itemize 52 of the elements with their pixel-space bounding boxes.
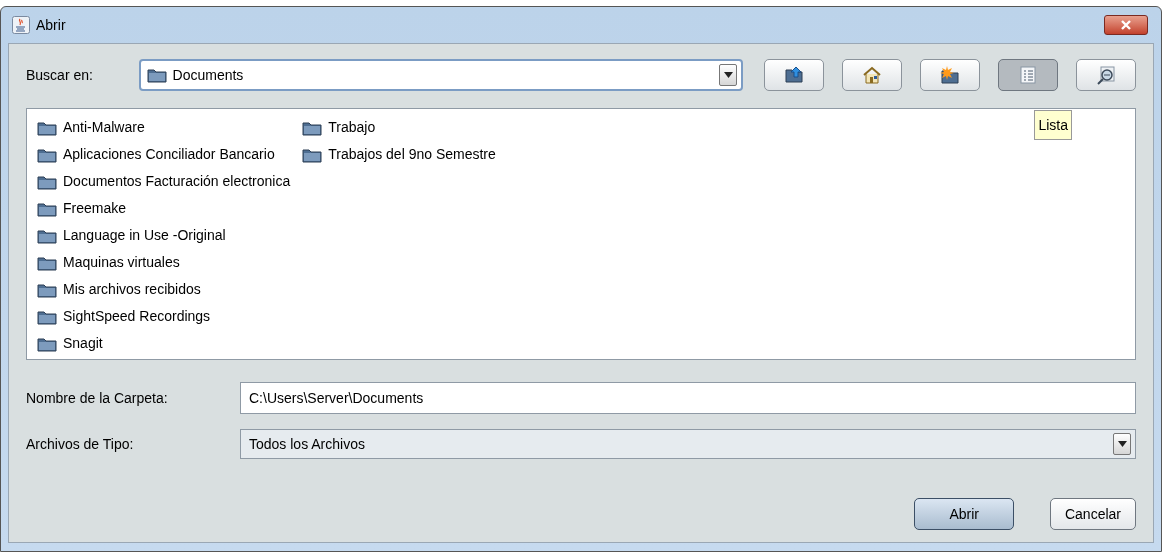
look-in-value: Documents (172, 65, 245, 85)
folder-name[interactable]: SightSpeed Recordings (63, 306, 211, 327)
close-button[interactable] (1104, 15, 1148, 35)
toolbar-button[interactable] (920, 59, 980, 91)
folder-icon (37, 227, 57, 244)
folder-icon (37, 200, 57, 217)
toolbar-button[interactable] (1076, 59, 1136, 91)
folder-name[interactable]: Maquinas virtuales (63, 252, 180, 273)
java-cup-icon (12, 16, 30, 34)
file-type-label: Archivos de Tipo: (26, 434, 135, 454)
folder-icon (37, 308, 57, 325)
dropdown-arrow-button[interactable] (719, 64, 737, 86)
caret-icon (1117, 441, 1127, 447)
toolbar-button[interactable] (764, 59, 824, 91)
folder-icon (146, 67, 167, 83)
folder-name[interactable]: Freemake (63, 198, 127, 219)
folder-icon (37, 146, 57, 163)
look-in-dropdown[interactable]: Documents (138, 59, 743, 91)
dialog-button[interactable]: Abrir (914, 498, 1014, 530)
home-icon (862, 65, 882, 85)
folder-name[interactable]: Mis archivos recibidos (63, 279, 201, 300)
folder-name[interactable]: Aplicaciones Conciliador Bancario (63, 144, 275, 165)
folder-name[interactable]: Anti-Malware (63, 117, 145, 138)
folder-name[interactable]: Trabajos del 9no Semestre (328, 144, 496, 165)
caret-icon (723, 72, 733, 78)
folder-name[interactable]: Documentos Facturación electronica (63, 171, 291, 192)
folder-icon (37, 335, 57, 352)
list-view-icon (1018, 65, 1038, 85)
file-type-dropdown[interactable]: Todos los Archivos (240, 429, 1136, 459)
look-in-label: Buscar en: (26, 65, 94, 85)
folder-icon (302, 119, 323, 136)
tooltip: Lista (1034, 110, 1072, 140)
folder-up-icon (784, 65, 804, 85)
window-title: Abrir (36, 15, 66, 35)
folder-icon (302, 146, 323, 163)
folder-name[interactable]: Language in Use -Original (63, 225, 226, 246)
folder-icon (37, 173, 57, 190)
magnifier-icon (1096, 65, 1116, 85)
toolbar-button[interactable] (998, 59, 1058, 91)
dropdown-arrow-button[interactable] (1113, 433, 1131, 455)
folder-name-label: Nombre de la Carpeta: (26, 388, 169, 408)
folder-icon (37, 119, 57, 136)
file-type-value: Todos los Archivos (249, 434, 366, 454)
folder-name[interactable]: Trabajo (328, 117, 376, 138)
dialog-button[interactable]: Cancelar (1049, 498, 1136, 530)
toolbar-button[interactable] (842, 59, 902, 91)
folder-name[interactable]: Snagit (63, 333, 103, 354)
close-icon (1120, 20, 1132, 30)
new-folder-icon (940, 65, 960, 85)
folder-icon (37, 281, 57, 298)
folder-icon (37, 254, 57, 271)
folder-name-field[interactable]: C:\Users\Server\Documents (240, 382, 1136, 414)
